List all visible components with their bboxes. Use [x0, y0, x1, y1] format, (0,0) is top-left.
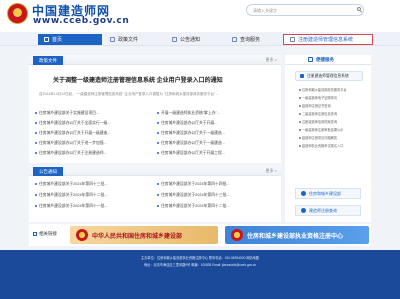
- quick-services-heading: 便捷服务: [285, 55, 371, 65]
- system-icon: [290, 37, 295, 42]
- query-icon: [232, 37, 237, 42]
- list-item[interactable]: 住房城乡建设部关于2024年第四十三批...: [157, 193, 230, 198]
- notice-body: 自2024年10月14日起，“一级建造师注册管理信息系统” 企业用户登录入口调整…: [39, 92, 220, 96]
- list-item[interactable]: 住房城乡建设部办公厅关于开展...: [157, 121, 217, 126]
- policy-list-left: 住房城乡建设部关于实施建设项目... 住房城乡建设部办公厅关于全面实行一级...…: [35, 111, 153, 161]
- site-url: www.cceb.gov.cn: [33, 16, 130, 26]
- footer-line-1: 主办单位：住房和城乡建设部执业资格注册中心 联系电话：010-58934000 …: [141, 256, 259, 260]
- announcement-icon: [172, 37, 177, 42]
- home-icon: [44, 37, 49, 42]
- quick-services-panel: 便捷服务 注册建造师管理信息系统 住房和城乡建设部政务服务平台 一级建造师电子证…: [285, 55, 371, 222]
- nav-item-home[interactable]: 首页: [38, 34, 102, 45]
- related-links-label: 相关链接: [33, 231, 57, 237]
- nav-item-policy[interactable]: 政策文件: [104, 34, 164, 45]
- registration-system-link[interactable]: 注册建造师管理信息系统: [295, 71, 363, 81]
- registration-center-banner-link[interactable]: 住房和城乡建设部执业资格注册中心: [225, 226, 369, 244]
- policy-panel: 政策文件 更多 > 关于调整一级建造师注册管理信息系统 企业用户登录入口的通知 …: [29, 55, 281, 163]
- side-link[interactable]: 注册建造师信用档案查询: [299, 119, 361, 124]
- announcement-list-left: 住房城乡建设部关于2024年第四十三批... 住房城乡建设部关于2024年第四十…: [35, 182, 153, 220]
- notice-title[interactable]: 关于调整一级建造师注册管理信息系统 企业用户登录入口的通知: [53, 75, 273, 84]
- list-item[interactable]: 住房城乡建设部办公厅关于开展工程...: [157, 151, 225, 156]
- search-icon: [301, 208, 306, 213]
- service-icon: [308, 57, 313, 62]
- document-icon: [110, 37, 115, 42]
- list-item[interactable]: 住房城乡建设部关于2024年第四十二批...: [157, 204, 230, 209]
- policy-list-right: 开展一级建造师执业资格“掌上办”... 住房城乡建设部办公厅关于开展... 住房…: [157, 111, 275, 161]
- side-link[interactable]: 二级建造师注册信息查询: [299, 111, 361, 116]
- list-item[interactable]: 住房城乡建设部办公厅关于一级建造...: [157, 141, 225, 146]
- nav-label-registration-system: 注册建造师管理信息系统: [298, 37, 354, 43]
- policy-tab[interactable]: 政策文件: [33, 56, 63, 65]
- footer-line-2: 地址：北京市海淀区三里河路9号 邮编：100835 Email: jianzao…: [143, 263, 257, 267]
- search-input[interactable]: 请输入关键字: [246, 4, 364, 16]
- list-item[interactable]: 住房城乡建设部关于2024年第四十四批...: [157, 182, 230, 187]
- national-emblem-icon: [231, 229, 243, 241]
- announcement-tab[interactable]: 公告通知: [33, 167, 63, 176]
- list-item[interactable]: 住房城乡建设部办公厅关于全面实行一级...: [35, 121, 111, 126]
- nav-label-query: 查询服务: [240, 37, 261, 43]
- list-item[interactable]: 住房城乡建设部办公厅关于进一步加强...: [35, 141, 107, 146]
- side-link[interactable]: 住房和城乡建设部政务服务平台: [299, 87, 361, 92]
- ministry-banner-link[interactable]: 中华人民共和国住房和城乡建设部: [70, 226, 218, 244]
- announcement-panel: 公告通知 更多 > 住房城乡建设部关于2024年第四十三批... 住房城乡建设部…: [29, 166, 281, 222]
- related-links-bar: 相关链接 中华人民共和国住房和城乡建设部 住房和城乡建设部执业资格注册中心: [29, 224, 371, 246]
- search-icon[interactable]: [356, 5, 363, 15]
- national-emblem-icon: [7, 3, 28, 24]
- announcement-more-link[interactable]: 更多 >: [266, 168, 277, 174]
- nav-label-policy: 政策文件: [118, 37, 139, 43]
- main-nav: 首页 政策文件 公告通知 查询服务 注册建造师管理信息系统: [0, 32, 400, 46]
- registration-query-button[interactable]: 建造师注册查询: [295, 205, 361, 216]
- list-item[interactable]: 住房城乡建设部关于实施建设项目...: [35, 111, 99, 116]
- side-link[interactable]: 一级建造师电子证照申请: [299, 95, 361, 100]
- side-link[interactable]: 建造师执业资格考试报名入口: [299, 143, 361, 148]
- nav-item-registration-system[interactable]: 注册建造师管理信息系统: [283, 34, 373, 45]
- nav-item-announcement[interactable]: 公告通知: [166, 34, 224, 45]
- side-link[interactable]: 建造师注册常见问题解答: [299, 135, 361, 140]
- national-emblem-icon: [76, 229, 88, 241]
- nav-item-query[interactable]: 查询服务: [226, 34, 282, 45]
- ministry-icon: [301, 191, 306, 196]
- list-item[interactable]: 住房城乡建设部关于2024年第四十二批...: [35, 193, 108, 198]
- link-icon: [33, 232, 37, 236]
- nav-label-announcement: 公告通知: [180, 37, 201, 43]
- side-link[interactable]: 建造师注册证书查询: [299, 103, 361, 108]
- site-header: 中国建造师网 www.cceb.gov.cn 请输入关键字: [0, 0, 400, 32]
- list-item[interactable]: 住房城乡建设部办公厅关于一级建造...: [157, 131, 225, 136]
- list-item[interactable]: 开展一级建造师执业资格“掌上办”...: [157, 111, 220, 116]
- list-item[interactable]: 住房城乡建设部关于2024年第四十一批...: [35, 204, 108, 209]
- side-link[interactable]: 一级建造师注册审批结果公示: [299, 127, 361, 132]
- list-item[interactable]: 住房城乡建设部办公厅关于开展一级建造...: [35, 131, 111, 136]
- site-footer: 主办单位：住房和城乡建设部执业资格注册中心 联系电话：010-58934000 …: [0, 250, 400, 299]
- system-icon: [300, 74, 304, 78]
- nav-label-home: 首页: [52, 37, 63, 43]
- policy-more-link[interactable]: 更多 >: [266, 57, 277, 63]
- ministry-button[interactable]: 住房和城乡建设部: [295, 188, 361, 199]
- list-item[interactable]: 住房城乡建设部关于2024年第四十三批...: [35, 182, 108, 187]
- list-item[interactable]: 住房城乡建设部办公厅关于注册建造师...: [35, 151, 107, 156]
- announcement-list-right: 住房城乡建设部关于2024年第四十四批... 住房城乡建设部关于2024年第四十…: [157, 182, 275, 220]
